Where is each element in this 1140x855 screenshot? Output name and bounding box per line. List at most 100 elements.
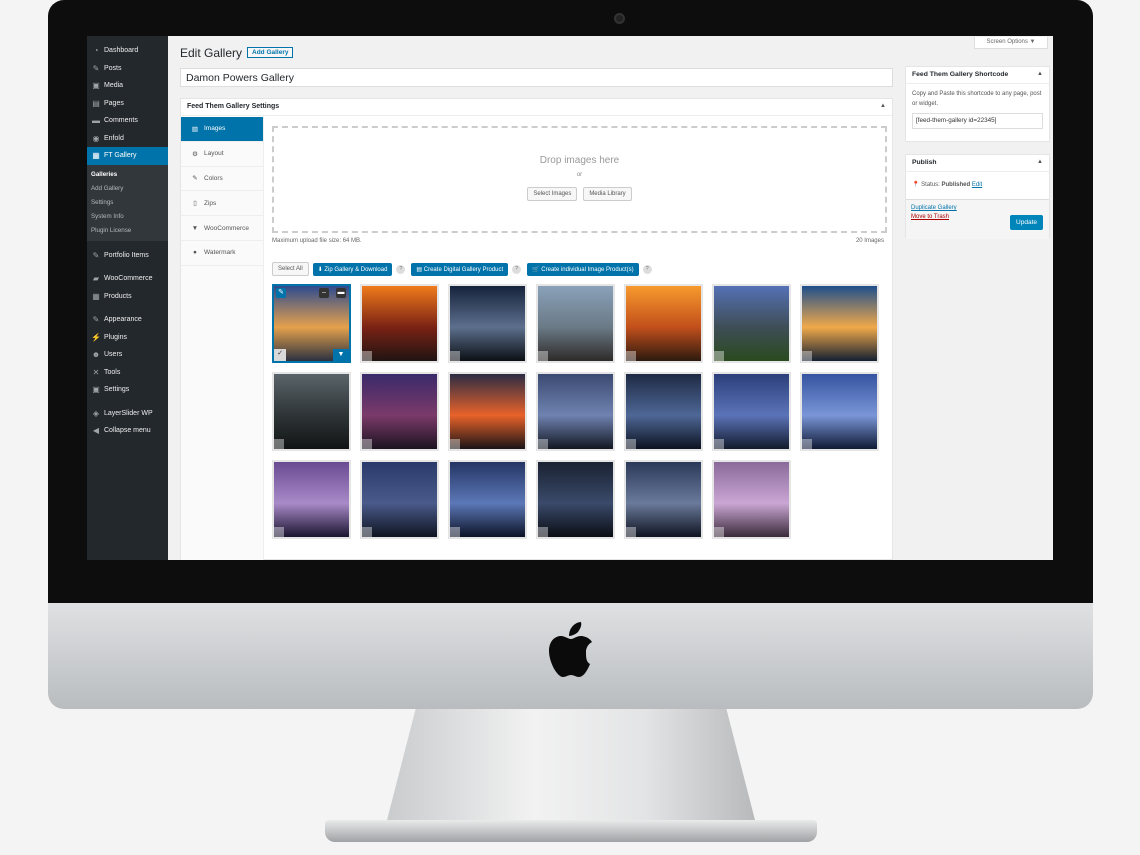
nav-item[interactable]: ⚡ Plugins [87, 329, 168, 347]
settings-tab[interactable]: ▯ Zips [181, 191, 263, 217]
help-icon[interactable]: ? [642, 264, 652, 274]
gallery-thumbnail[interactable] [536, 284, 615, 363]
create-individual-product-button[interactable]: 🛒 Create individual Image Product(s) [527, 262, 639, 276]
select-checkbox[interactable] [274, 439, 284, 449]
submenu-item[interactable]: System Info [91, 210, 168, 224]
gallery-thumbnail[interactable] [360, 284, 439, 363]
select-checkbox[interactable] [450, 439, 460, 449]
shortcode-field[interactable]: [feed-them-gallery id=22345] [912, 113, 1043, 129]
create-digital-product-button[interactable]: ▤ Create Digital Gallery Product [411, 262, 509, 276]
drop-zone[interactable]: Drop images here or Select Images Media … [272, 126, 887, 233]
select-checkbox[interactable] [362, 527, 372, 537]
select-all-button[interactable]: Select All [272, 262, 309, 276]
select-checkbox[interactable] [538, 351, 548, 361]
nav-item[interactable]: ▰ WooCommerce [87, 270, 168, 288]
image-count: 20 Images [855, 238, 884, 244]
settings-tab[interactable]: ▧ Images [181, 117, 263, 142]
help-icon[interactable]: ? [396, 264, 406, 274]
select-checkbox[interactable] [538, 527, 548, 537]
help-icon[interactable]: ? [512, 264, 522, 274]
submenu-item[interactable]: Add Gallery [91, 182, 168, 196]
gallery-thumbnail[interactable] [800, 372, 879, 451]
select-images-button[interactable]: Select Images [527, 187, 578, 201]
nav-item[interactable]: ◀ Collapse menu [87, 422, 168, 440]
select-checkbox[interactable] [714, 351, 724, 361]
media-library-button[interactable]: Media Library [583, 187, 632, 201]
settings-tab[interactable]: ✎ Colors [181, 167, 263, 192]
select-checkbox[interactable] [626, 527, 636, 537]
select-checkbox[interactable] [626, 351, 636, 361]
select-checkbox[interactable] [362, 351, 372, 361]
trash-icon[interactable]: ▬ [336, 288, 346, 298]
nav-item-label: Collapse menu [104, 427, 151, 435]
nav-item[interactable]: ✕ Tools [87, 364, 168, 382]
select-checkbox[interactable] [714, 527, 724, 537]
monitor-stand [386, 709, 756, 824]
select-checkbox[interactable] [274, 527, 284, 537]
gallery-thumbnail[interactable] [712, 460, 791, 539]
remove-icon[interactable]: – [319, 288, 329, 298]
settings-heading[interactable]: Feed Them Gallery Settings ▲ [181, 99, 892, 116]
select-checkbox[interactable] [626, 439, 636, 449]
nav-item[interactable]: ☻ Users [87, 346, 168, 364]
nav-item-label: Portfolio Items [104, 251, 149, 259]
nav-item-label: Comments [104, 117, 138, 125]
select-checkbox[interactable] [714, 439, 724, 449]
edit-icon[interactable]: ✎ [276, 288, 286, 298]
gallery-thumbnail[interactable] [448, 460, 527, 539]
gallery-thumbnail[interactable] [624, 460, 703, 539]
nav-item[interactable]: ◉ Enfold [87, 130, 168, 148]
gallery-thumbnail[interactable]: ✓ ✎ – ▬ ▼ [272, 284, 351, 363]
gallery-thumbnail[interactable] [800, 284, 879, 363]
update-button[interactable]: Update [1010, 215, 1043, 230]
select-checkbox[interactable] [802, 351, 812, 361]
settings-tab[interactable]: ● Watermark [181, 241, 263, 266]
nav-item[interactable]: ▦ Products [87, 288, 168, 306]
gallery-thumbnail[interactable] [536, 372, 615, 451]
nav-item[interactable]: ▦ FT Gallery [87, 147, 168, 165]
collapse-caret-icon[interactable]: ▲ [880, 103, 886, 109]
submenu-item[interactable]: Galleries [91, 168, 168, 182]
gallery-thumbnail[interactable] [272, 372, 351, 451]
select-checkbox[interactable] [450, 351, 460, 361]
select-checkbox[interactable] [362, 439, 372, 449]
edit-status-link[interactable]: Edit [972, 182, 982, 188]
nav-item[interactable]: ▣ Media [87, 77, 168, 95]
nav-item[interactable]: ◔ Dashboard [87, 42, 168, 60]
gallery-thumbnail[interactable] [448, 372, 527, 451]
gallery-thumbnail[interactable] [624, 372, 703, 451]
collapse-caret-icon[interactable]: ▲ [1037, 71, 1043, 77]
settings-tab[interactable]: ▼ WooCommerce [181, 216, 263, 241]
gallery-thumbnail[interactable] [712, 372, 791, 451]
zip-download-button[interactable]: ⬇ Zip Gallery & Download [312, 262, 393, 276]
gallery-thumbnail[interactable] [624, 284, 703, 363]
select-checkbox[interactable]: ✓ [274, 349, 286, 361]
add-gallery-button[interactable]: Add Gallery [247, 47, 294, 58]
nav-item[interactable]: ✎ Appearance [87, 311, 168, 329]
duplicate-gallery-link[interactable]: Duplicate Gallery [911, 205, 1044, 211]
select-checkbox[interactable] [450, 527, 460, 537]
submenu-item[interactable]: Plugin License [91, 224, 168, 238]
gallery-thumbnail[interactable] [360, 460, 439, 539]
gallery-thumbnail[interactable] [448, 284, 527, 363]
nav-item[interactable]: ✎ Posts [87, 60, 168, 78]
gallery-thumbnail[interactable] [272, 460, 351, 539]
settings-tab[interactable]: ⚙ Layout [181, 142, 263, 167]
nav-item[interactable]: ◈ LayerSlider WP [87, 405, 168, 423]
nav-item[interactable]: ▣ Settings [87, 381, 168, 399]
select-checkbox[interactable] [538, 439, 548, 449]
gallery-thumbnail[interactable] [360, 372, 439, 451]
collapse-caret-icon[interactable]: ▲ [1037, 159, 1043, 165]
gallery-thumbnail[interactable] [712, 284, 791, 363]
gallery-name-input[interactable]: Damon Powers Gallery [180, 68, 893, 87]
screen-options-button[interactable]: Screen Options ▼ [974, 37, 1048, 49]
nav-item[interactable]: ▬ Comments [87, 112, 168, 130]
select-checkbox[interactable] [802, 439, 812, 449]
gallery-thumbnail[interactable] [536, 460, 615, 539]
submenu-item[interactable]: Settings [91, 196, 168, 210]
nav-item[interactable]: ✎ Portfolio Items [87, 247, 168, 265]
publish-box-title: Publish [912, 159, 937, 166]
nav-item[interactable]: ▤ Pages [87, 95, 168, 113]
nav-item-label: FT Gallery [104, 152, 137, 160]
cart-icon[interactable]: ▼ [333, 349, 349, 361]
